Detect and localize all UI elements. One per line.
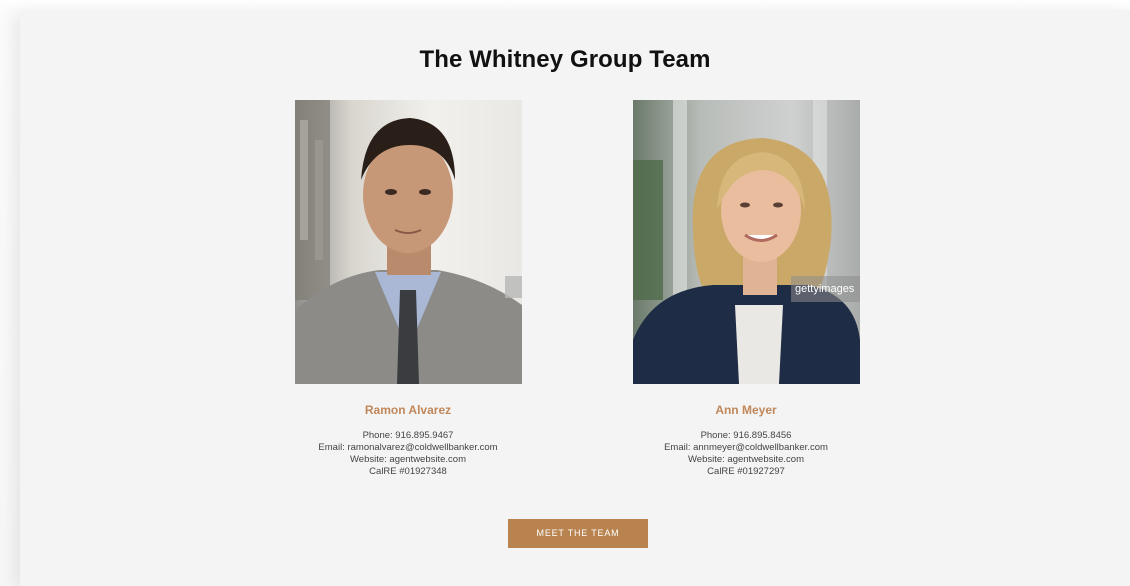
- agent-website: Website: agentwebsite.com: [688, 454, 804, 465]
- agent-photo-ann: gettyimages: [633, 100, 860, 384]
- agent-license: CalRE #01927348: [369, 466, 447, 477]
- agent-website: Website: agentwebsite.com: [350, 454, 466, 465]
- agent-name-ramon: Ramon Alvarez: [364, 403, 452, 417]
- agent-license: CalRE #01927297: [707, 466, 785, 477]
- agent-contact-ramon: Phone: 916.895.9467 Email: ramonalvarez@…: [248, 430, 568, 478]
- agent-phone: Phone: 916.895.8456: [700, 430, 792, 441]
- agent-name-ann: Ann Meyer: [715, 403, 777, 417]
- watermark-text: gettyimages: [795, 283, 855, 295]
- page: The Whitney Group Team gettyimages Ramon…: [0, 0, 1130, 586]
- section-title: The Whitney Group Team: [419, 46, 711, 73]
- team-section: [20, 10, 1130, 586]
- agent-phone: Phone: 916.895.9467: [362, 430, 454, 441]
- meet-the-team-button[interactable]: MEET THE TEAM: [508, 519, 648, 548]
- agent-contact-ann: Phone: 916.895.8456 Email: annmeyer@cold…: [586, 430, 906, 478]
- agent-email: Email: ramonalvarez@coldwellbanker.com: [318, 442, 498, 453]
- agent-photo-ramon: [295, 100, 522, 384]
- agent-email: Email: annmeyer@coldwellbanker.com: [664, 442, 828, 453]
